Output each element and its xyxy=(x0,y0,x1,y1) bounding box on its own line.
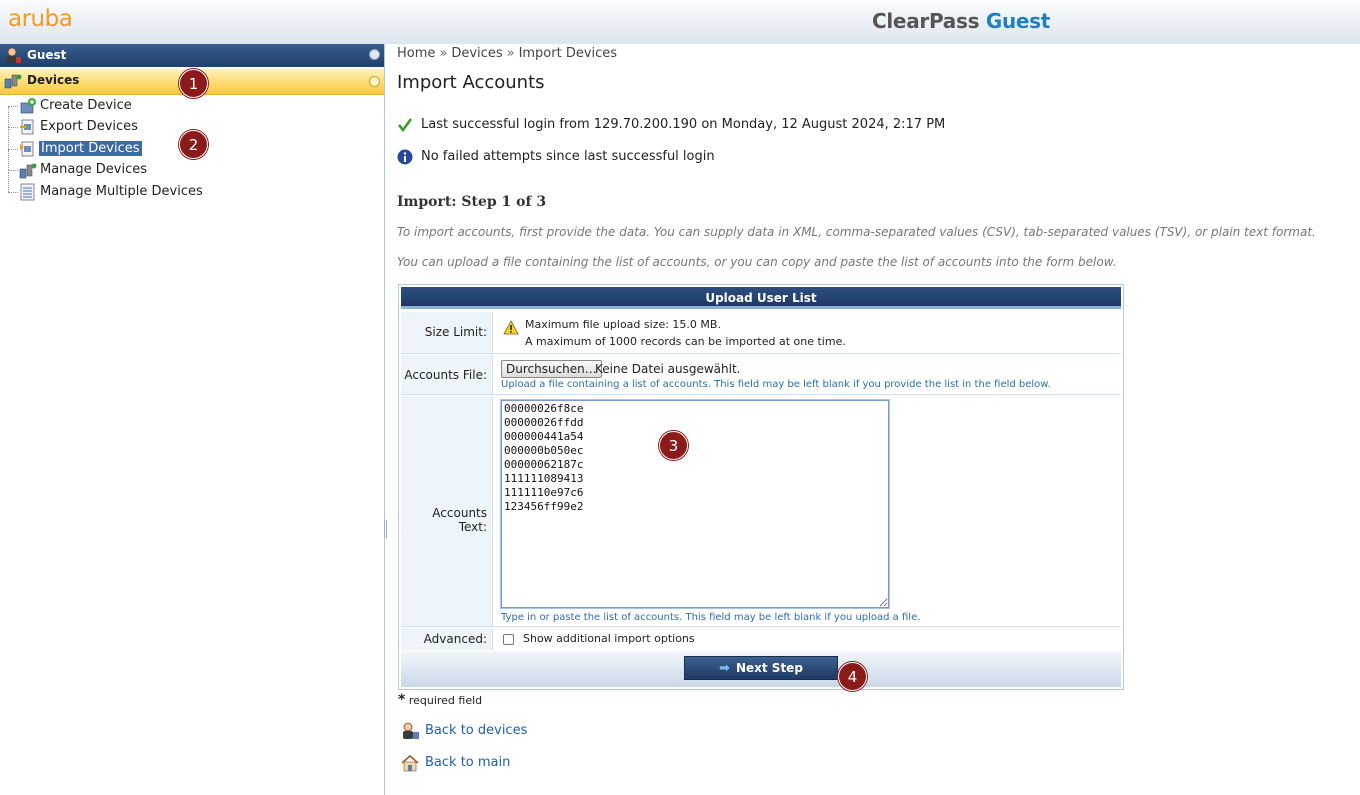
accounts-text-label: Accounts Text: xyxy=(432,506,487,534)
required-field-text: required field xyxy=(408,694,483,707)
required-asterisk: * xyxy=(398,692,406,708)
sidebar-item-label: Manage Devices xyxy=(40,162,148,177)
top-header: aruba ClearPass Guest xyxy=(0,0,1360,44)
back-devices-icon xyxy=(403,722,419,739)
guest-icon xyxy=(7,47,21,63)
advanced-options-checkbox[interactable] xyxy=(503,634,514,645)
accounts-file-help: Upload a file containing a list of accou… xyxy=(501,379,1051,390)
sidebar-section-guest[interactable]: Guest xyxy=(0,44,384,67)
advanced-label: Advanced: xyxy=(423,632,487,646)
breadcrumb-separator: » xyxy=(439,46,448,61)
page-title: Import Accounts xyxy=(397,72,545,93)
advanced-row: Advanced: Show additional import options xyxy=(401,628,1121,650)
accounts-file-row: Accounts File: Durchsuchen… Keine Datei … xyxy=(401,355,1121,395)
failed-attempts-text: No failed attempts since last successful… xyxy=(421,149,715,164)
size-limit-row: Size Limit: Maximum file upload size: 15… xyxy=(401,312,1121,354)
form-footer: ➡ Next Step xyxy=(401,651,1121,687)
product-title: ClearPass Guest xyxy=(872,9,1050,33)
devices-icon xyxy=(4,74,22,89)
annotation-badge-4: 4 xyxy=(838,662,867,691)
sidebar-item-label: Export Devices xyxy=(40,119,138,134)
back-to-devices-text[interactable]: Back to devices xyxy=(425,723,527,738)
accounts-file-label: Accounts File: xyxy=(404,368,487,382)
accounts-text-area[interactable]: 00000026f8ce 00000026ffdd 000000441a54 0… xyxy=(501,400,889,608)
import-hint-formats: To import accounts, first provide the da… xyxy=(397,225,1316,239)
create-device-icon xyxy=(20,98,36,114)
size-limit-max-size: Maximum file upload size: 15.0 MB. xyxy=(525,318,721,331)
back-to-main-text[interactable]: Back to main xyxy=(425,755,510,770)
arrow-right-icon: ➡ xyxy=(719,661,730,676)
manage-devices-icon xyxy=(19,163,37,179)
manage-multiple-devices-icon xyxy=(20,183,35,201)
sidebar-item-label: Import Devices xyxy=(39,141,142,156)
size-limit-label: Size Limit: xyxy=(424,325,487,339)
sidebar-item-label: Manage Multiple Devices xyxy=(40,184,203,199)
product-title-part2: Guest xyxy=(985,9,1051,33)
browse-file-button[interactable]: Durchsuchen… xyxy=(501,360,602,378)
annotation-badge-2: 2 xyxy=(179,130,208,159)
upload-user-list-form: Upload User List Size Limit: Maximum fil… xyxy=(398,284,1124,690)
breadcrumb: Home» Devices» Import Devices xyxy=(397,46,617,61)
import-devices-icon xyxy=(20,141,34,157)
import-hint-upload: You can upload a file containing the lis… xyxy=(397,255,1117,269)
accounts-text-help: Type in or paste the list of accounts. T… xyxy=(501,612,921,623)
checkmark-icon xyxy=(397,118,413,133)
sidebar-resize-handle[interactable] xyxy=(384,520,387,538)
required-field-note: * required field xyxy=(398,692,482,708)
annotation-badge-1: 1 xyxy=(179,69,208,98)
product-title-part1: ClearPass xyxy=(872,9,980,33)
step-title: Import: Step 1 of 3 xyxy=(397,194,547,210)
advanced-options-label[interactable]: Show additional import options xyxy=(523,632,695,645)
size-limit-max-records: A maximum of 1000 records can be importe… xyxy=(525,335,846,348)
sidebar-item-manage-devices[interactable]: Manage Devices xyxy=(8,150,378,180)
next-step-label: Next Step xyxy=(735,661,803,675)
sidebar-item-create-device[interactable]: Create Device xyxy=(8,96,378,116)
login-success-text: Last successful login from 129.70.200.19… xyxy=(421,117,946,132)
expand-toggle-icon[interactable] xyxy=(369,76,380,87)
accounts-text-row: Accounts Text: 00000026f8ce 00000026ffdd… xyxy=(401,396,1121,627)
aruba-logo: aruba xyxy=(8,6,73,32)
export-devices-icon xyxy=(20,119,34,135)
breadcrumb-devices[interactable]: Devices xyxy=(451,46,502,61)
breadcrumb-home[interactable]: Home xyxy=(397,46,435,61)
breadcrumb-current: Import Devices xyxy=(518,46,618,61)
no-file-selected-text: Keine Datei ausgewählt. xyxy=(595,362,741,376)
annotation-badge-3: 3 xyxy=(659,431,688,460)
sidebar-devices-label: Devices xyxy=(27,73,80,87)
next-step-button[interactable]: ➡ Next Step xyxy=(684,656,838,680)
home-icon xyxy=(401,754,419,772)
sidebar-item-manage-multiple-devices[interactable]: Manage Multiple Devices xyxy=(8,172,378,202)
sidebar-item-label: Create Device xyxy=(40,98,132,113)
sidebar-guest-label: Guest xyxy=(27,48,67,62)
breadcrumb-separator: » xyxy=(506,46,515,61)
form-title: Upload User List xyxy=(401,287,1121,309)
warning-icon xyxy=(503,320,519,335)
collapse-toggle-icon[interactable] xyxy=(369,49,380,60)
info-icon xyxy=(397,149,413,165)
